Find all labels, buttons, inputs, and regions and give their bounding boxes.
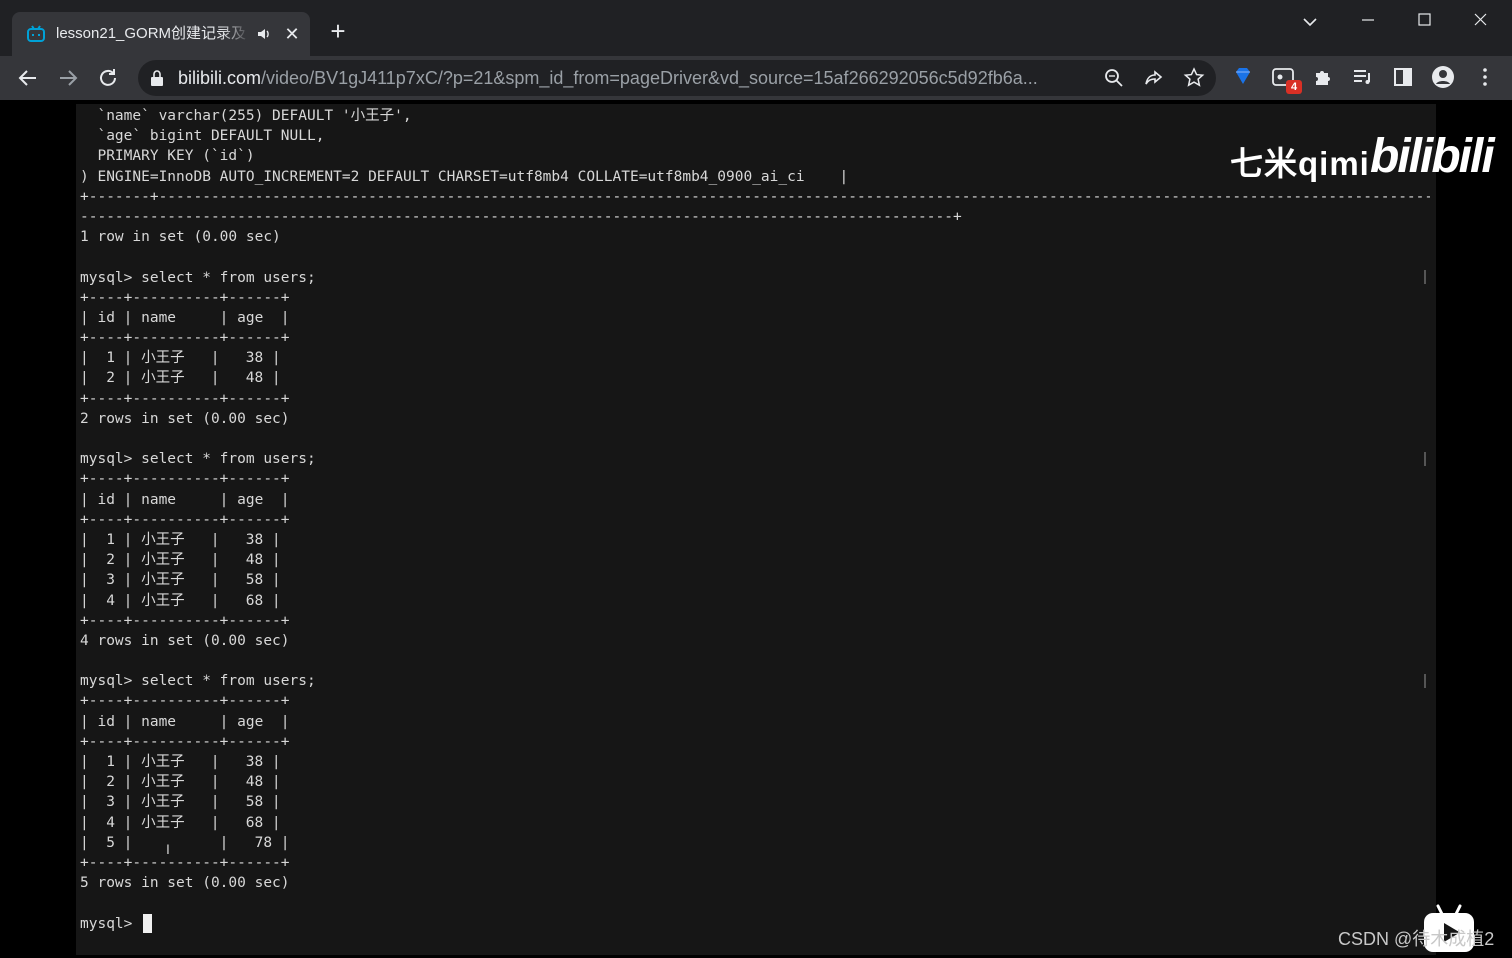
terminal-line: `name` varchar(255) DEFAULT '小王子', [80,108,412,124]
terminal-cursor [143,914,152,933]
address-bar[interactable]: bilibili.com/video/BV1gJ411p7xC/?p=21&sp… [138,60,1216,96]
scroll-marker [1424,270,1426,284]
terminal-output: `name` varchar(255) DEFAULT '小王子', `age`… [80,106,1430,934]
terminal-line: | 2 | 小王子 | 48 | [80,774,281,791]
terminal-line: | 1 | 小王子 | 38 | [80,350,281,367]
video-watermark: 七米qimi bilibili [1230,128,1495,184]
extension-badge: 4 [1286,80,1302,94]
terminal-line: | id | name | age | [80,713,290,730]
terminal-line: | 3 | 小王子 | 58 | [80,794,281,811]
qimi-watermark: 七米qimi [1230,145,1370,182]
scroll-marker [1424,452,1426,466]
terminal-line: PRIMARY KEY (`id`) [80,148,255,165]
url-text[interactable]: bilibili.com/video/BV1gJ411p7xC/?p=21&sp… [178,67,1098,89]
kebab-menu-icon[interactable] [1472,64,1498,90]
browser-toolbar: bilibili.com/video/BV1gJ411p7xC/?p=21&sp… [0,56,1512,100]
terminal-line: `age` bigint DEFAULT NULL, [80,128,325,145]
tab-close-icon[interactable]: ✕ [282,23,302,45]
terminal-line: | 4 | 小王子 | 68 | [80,592,281,609]
scroll-marker [1424,674,1426,688]
terminal-line: +----+----------+------+ [80,289,290,306]
bilibili-logo: bilibili [1370,130,1495,183]
forward-arrow-icon[interactable] [52,62,84,94]
terminal-line: | 2 | 小王子 | 48 | [80,370,281,387]
chevron-down-icon[interactable] [1296,8,1324,36]
terminal-line: mysql> [80,915,142,932]
terminal-line: 1 row in set (0.00 sec) [80,229,281,246]
zoom-icon[interactable] [1102,66,1126,90]
terminal-line: mysql> select * from users; [80,673,316,690]
terminal-line: | 5 | | 78 | [80,834,290,851]
bilibili-favicon-icon [27,25,45,42]
terminal-line: +----+----------+------+ [80,471,290,488]
terminal-line: +----+----------+------+ [80,733,290,750]
back-arrow-icon[interactable] [12,62,44,94]
terminal-line: 5 rows in set (0.00 sec) [80,875,290,892]
minimize-icon[interactable] [1340,0,1396,40]
terminal-line: +----+----------+------+ [80,511,290,528]
terminal-line: mysql> select * from users; [80,451,316,468]
bookmark-star-icon[interactable] [1182,66,1206,90]
text-cursor-icon: I [166,841,170,857]
terminal-line: 2 rows in set (0.00 sec) [80,410,290,427]
puzzle-extensions-icon[interactable] [1310,64,1336,90]
tab-active[interactable]: lesson21_GORM创建记录及 ✕ [12,12,310,56]
terminal-line: | id | name | age | [80,491,290,508]
terminal-line: | 1 | 小王子 | 38 | [80,531,281,548]
terminal-line: mysql> select * from users; [80,269,316,286]
terminal-line: | 1 | 小王子 | 38 | [80,754,281,770]
media-control-icon[interactable] [1350,64,1376,90]
tab-bar: lesson21_GORM创建记录及 ✕ + [0,0,1512,56]
tab-title: lesson21_GORM创建记录及 [56,25,247,42]
terminal-line: +-------+-------------------------------… [80,188,1430,205]
lock-icon[interactable] [150,70,164,86]
window-close-icon[interactable] [1452,0,1508,40]
side-panel-icon[interactable] [1390,64,1416,90]
terminal-line: ) ENGINE=InnoDB AUTO_INCREMENT=2 DEFAULT… [80,168,849,185]
terminal-line: +----+----------+------+ [80,693,290,710]
terminal-line: | 4 | 小王子 | 68 | [80,814,281,831]
terminal-line: ----------------------------------------… [80,208,962,225]
maximize-icon[interactable] [1396,0,1452,40]
share-icon[interactable] [1142,66,1166,90]
terminal-line: | 2 | 小王子 | 48 | [80,552,281,569]
terminal-line: +----+----------+------+ [80,330,290,347]
new-tab-button[interactable]: + [322,16,354,48]
terminal-line: +----+----------+------+ [80,854,290,871]
profile-avatar-icon[interactable] [1430,64,1456,90]
terminal-line: | id | name | age | [80,309,290,326]
terminal-line: +----+----------+------+ [80,390,290,407]
terminal-line: 4 rows in set (0.00 sec) [80,632,290,649]
terminal-line: +----+----------+------+ [80,612,290,629]
terminal-frame: `name` varchar(255) DEFAULT '小王子', `age`… [76,104,1436,955]
terminal-line: | 3 | 小王子 | 58 | [80,572,281,589]
diamond-extension-icon[interactable] [1230,64,1256,90]
speaker-icon[interactable] [256,24,274,44]
csdn-watermark: CSDN @待木成植2 [1338,929,1495,949]
reload-icon[interactable] [92,62,124,94]
video-player[interactable]: `name` varchar(255) DEFAULT '小王子', `age`… [0,100,1512,958]
